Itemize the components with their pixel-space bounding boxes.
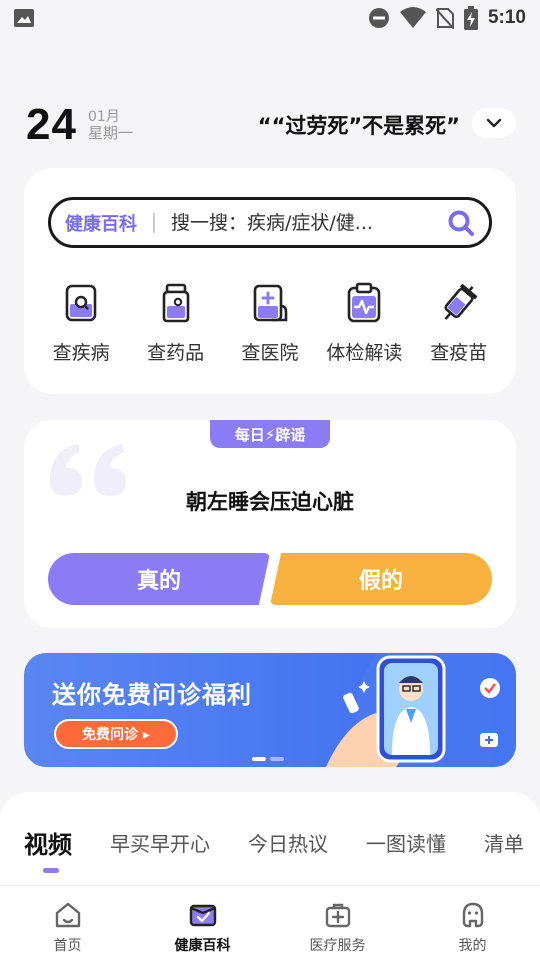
quick-link-label: 查药品	[147, 342, 205, 364]
quick-link-medicine[interactable]: 查药品	[131, 282, 221, 365]
tab-early-buy[interactable]: 早买早开心	[110, 828, 210, 863]
tab-checklist[interactable]: 清单	[484, 828, 524, 863]
nav-profile[interactable]: 我的	[405, 886, 540, 960]
search-divider	[153, 212, 155, 233]
free-consultation-button[interactable]: 免费问诊 ▸	[54, 719, 178, 749]
search-input[interactable]	[171, 211, 447, 234]
free-consultation-banner[interactable]: 送你免费问诊福利 免费问诊 ▸	[24, 653, 516, 767]
rumor-badge: 每日⚡辟谣	[210, 420, 330, 448]
quick-link-label: 体检解读	[326, 342, 403, 364]
medical-kit-icon	[325, 903, 350, 928]
rumor-statement: 朝左睡会压迫心脏	[186, 490, 354, 514]
nav-label: 健康百科	[174, 938, 231, 954]
banner-title: 送你免费问诊福利	[52, 681, 252, 709]
answer-true-button[interactable]: 真的	[48, 553, 270, 605]
quick-link-label: 查疫苗	[430, 342, 488, 364]
profile-icon	[462, 902, 483, 928]
quick-link-label: 查医院	[241, 342, 299, 364]
tab-hot-topics[interactable]: 今日热议	[248, 828, 328, 863]
doctor-phone-illustration	[326, 653, 516, 767]
feed-tabs: 视频 早买早开心 今日热议 一图读懂 清单	[24, 828, 524, 863]
carousel-dot-active	[252, 757, 266, 761]
carousel-indicator	[252, 757, 284, 761]
active-tab-indicator	[43, 868, 59, 873]
hospital-icon	[253, 284, 288, 322]
quick-link-label: 查疾病	[52, 342, 110, 364]
quick-link-vaccine[interactable]: 查疫苗	[414, 282, 504, 365]
wifi-icon	[399, 7, 426, 28]
feed-panel: 视频 早买早开心 今日热议 一图读懂 清单	[0, 792, 540, 892]
checkup-report-icon	[348, 282, 381, 323]
carousel-dot	[270, 757, 284, 761]
nav-home[interactable]: 首页	[0, 886, 135, 960]
daily-headline[interactable]: ““过劳死”不是累死”	[258, 110, 460, 140]
quick-link-hospital[interactable]: 查医院	[225, 282, 315, 365]
nav-medical-services[interactable]: 医疗服务	[270, 886, 405, 960]
search-tag: 健康百科	[65, 213, 137, 235]
gallery-icon	[14, 9, 34, 27]
do-not-disturb-icon	[368, 8, 389, 28]
tab-infographic[interactable]: 一图读懂	[366, 828, 446, 863]
bottom-nav: 首页 健康百科 医疗服务 我的	[0, 885, 540, 960]
nav-label: 医疗服务	[309, 938, 366, 954]
battery-charging-icon	[463, 6, 478, 30]
nav-label: 首页	[53, 938, 82, 954]
weekday-label: 星期一	[88, 124, 134, 142]
search-bar[interactable]: 健康百科	[48, 197, 492, 248]
no-sim-icon	[435, 8, 454, 29]
date-header: 24 01月 星期一 ““过劳死”不是累死”	[26, 100, 516, 150]
home-icon	[55, 902, 80, 928]
tab-video[interactable]: 视频	[24, 825, 72, 860]
nav-label: 我的	[458, 938, 487, 954]
day-number: 24	[26, 100, 77, 149]
daily-rumor-card: 每日⚡辟谣 朝左睡会压迫心脏 真的 假的	[24, 420, 516, 628]
quick-link-disease[interactable]: 查疾病	[36, 282, 126, 365]
status-bar: 5:10	[0, 0, 540, 36]
status-time: 5:10	[487, 7, 526, 28]
quick-links: 查疾病 查药品 查医院 体检解读 查疫苗	[24, 282, 516, 365]
vaccine-icon	[444, 283, 477, 320]
search-card: 健康百科 查疾病 查药品	[24, 168, 516, 394]
disease-icon	[65, 284, 97, 322]
health-book-icon	[189, 904, 216, 927]
medicine-bottle-icon	[162, 283, 189, 323]
search-icon[interactable]	[447, 209, 475, 237]
nav-health-wiki[interactable]: 健康百科	[135, 886, 270, 960]
quick-link-checkup[interactable]: 体检解读	[319, 282, 409, 365]
expand-button[interactable]	[472, 108, 516, 138]
answer-false-button[interactable]: 假的	[270, 553, 492, 605]
chevron-down-icon	[486, 118, 502, 128]
